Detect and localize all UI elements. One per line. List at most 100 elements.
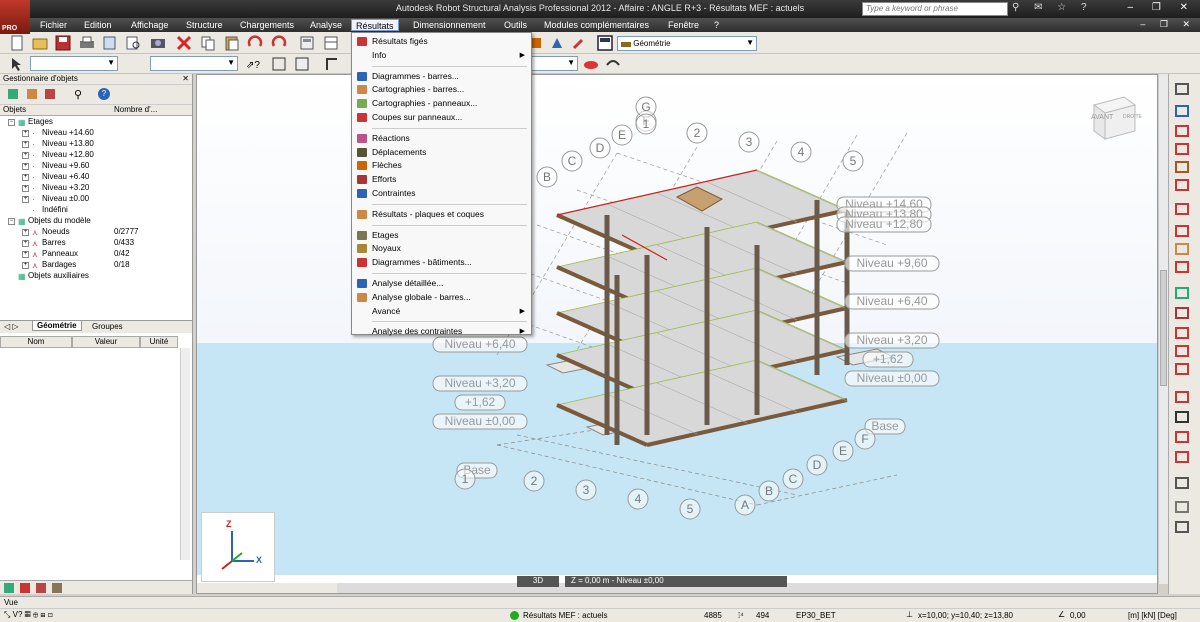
column-unite[interactable]: Unité <box>140 336 178 348</box>
pan-icon[interactable] <box>323 55 341 73</box>
print-icon[interactable] <box>78 34 96 52</box>
case-combo[interactable]: ▼ <box>150 56 238 71</box>
level-label-right[interactable]: Niveau +6,40 <box>844 293 940 310</box>
properties-scrollbar[interactable] <box>180 348 190 560</box>
tree-item[interactable]: − ▦ Objets du modèle <box>0 216 190 227</box>
load-icon[interactable] <box>1174 242 1190 256</box>
expand-toggle[interactable]: + <box>22 141 29 148</box>
tab-geometrie[interactable]: Géométrie <box>32 321 82 331</box>
status-units[interactable]: [m] [kN] [Deg] <box>1128 611 1177 620</box>
tree-item[interactable]: + · Niveau +12.80 <box>0 150 190 161</box>
stairs-icon[interactable] <box>1174 520 1190 534</box>
expand-toggle[interactable]: + <box>22 262 29 269</box>
grid-bubble-top-number[interactable]: 1 <box>635 113 657 135</box>
expand-toggle[interactable]: + <box>22 196 29 203</box>
tree-item[interactable]: + · Niveau +13.80 <box>0 139 190 150</box>
structure-model[interactable]: Niveau +14,60Niveau +13,80Niveau +12,80N… <box>197 75 1158 575</box>
view-cube[interactable]: AVANT DROITE <box>1089 93 1142 143</box>
column-valeur[interactable]: Valeur <box>72 336 140 348</box>
view-tools[interactable] <box>197 583 337 593</box>
grid-bubble-top-letter[interactable]: D <box>589 137 611 159</box>
expand-toggle[interactable]: + <box>22 152 29 159</box>
tree-item[interactable]: + ⋏ Noeuds 0/2777 <box>0 227 190 238</box>
scrollbar-thumb[interactable] <box>1160 270 1167 386</box>
filter-icon[interactable] <box>27 89 37 99</box>
menu-item[interactable]: Diagrammes - barres... <box>352 70 531 83</box>
menu-item[interactable]: Etages <box>352 229 531 242</box>
menu-help[interactable]: ? <box>710 19 723 31</box>
grid-icon[interactable] <box>1174 430 1190 444</box>
cloud-icon[interactable] <box>582 55 600 73</box>
app-logo[interactable]: PRO <box>0 0 30 34</box>
grid-bubble-top-letter[interactable]: C <box>561 150 583 172</box>
menu-item[interactable]: Analyse détaillée... <box>352 277 531 290</box>
grid-bubble-bottom-number[interactable]: 4 <box>627 488 649 510</box>
mesh-icon[interactable] <box>1174 362 1190 376</box>
menu-item[interactable]: Contraintes <box>352 187 531 200</box>
expand-toggle[interactable]: + <box>22 229 29 236</box>
menu-item[interactable]: Résultats figés <box>352 35 531 48</box>
grid-bubble-bottom-number[interactable]: 1 <box>454 468 476 490</box>
menu-item[interactable]: Efforts <box>352 173 531 186</box>
menu-chargements[interactable]: Chargements <box>236 19 298 31</box>
grid-bubble-top-number[interactable]: 5 <box>842 150 864 172</box>
close-icon[interactable]: ✕ <box>182 74 189 83</box>
section-icon[interactable] <box>1174 306 1190 320</box>
grid-bubble-bottom-letter[interactable]: A <box>734 494 756 516</box>
menu-item[interactable]: Cartographies - panneaux... <box>352 97 531 110</box>
menu-item[interactable]: Coupes sur panneaux... <box>352 111 531 124</box>
loads-tab-icon[interactable] <box>20 583 30 593</box>
grid-bubble-bottom-letter[interactable]: E <box>832 440 854 462</box>
beam-icon[interactable] <box>1174 224 1190 238</box>
level-label-left[interactable]: Niveau +6,40 <box>432 336 528 353</box>
grid-bubble-bottom-letter[interactable]: F <box>854 428 876 450</box>
viewport-scrollbar[interactable] <box>1158 74 1168 584</box>
expand-toggle[interactable]: + <box>22 185 29 192</box>
menu-outils[interactable]: Outils <box>500 19 531 31</box>
layout-icon[interactable] <box>596 34 614 52</box>
slab-icon[interactable] <box>1174 344 1190 358</box>
cable-icon[interactable] <box>1174 260 1190 274</box>
plate-icon[interactable] <box>1174 500 1190 514</box>
frame-icon[interactable] <box>1174 410 1190 424</box>
view-icon[interactable] <box>270 55 288 73</box>
expand-toggle[interactable]: − <box>8 218 15 225</box>
view-cube-front[interactable]: AVANT <box>1091 114 1113 121</box>
doc-window-controls[interactable]: – ❐ ✕ <box>1140 19 1196 30</box>
expand-toggle[interactable]: − <box>8 119 15 126</box>
level-label-right[interactable]: Niveau ±0,00 <box>844 370 940 387</box>
query-icon[interactable]: ⇗? <box>244 55 262 73</box>
tree-item[interactable]: + · Niveau +3.20 <box>0 183 190 194</box>
grid-bubble-bottom-letter[interactable]: D <box>806 454 828 476</box>
window-controls[interactable]: – ❐ ✕ <box>1128 2 1196 13</box>
menu-item[interactable]: Analyse des contraintes ▶ <box>352 325 531 338</box>
menu-fichier[interactable]: Fichier <box>36 19 71 31</box>
line-icon[interactable] <box>1174 202 1190 216</box>
expand-toggle[interactable]: + <box>22 163 29 170</box>
menu-item[interactable]: Cartographies - barres... <box>352 83 531 96</box>
undo-icon[interactable] <box>246 34 264 52</box>
tag-icon[interactable] <box>1174 390 1190 404</box>
grid-bubble-top-number[interactable]: 3 <box>738 131 760 153</box>
grid-bubble-bottom-letter[interactable]: C <box>782 468 804 490</box>
support-icon[interactable] <box>1174 124 1190 138</box>
calculator-icon[interactable] <box>298 34 316 52</box>
preview-icon[interactable] <box>124 34 142 52</box>
menu-resultats[interactable]: Résultats <box>351 19 399 31</box>
grid-bubble-bottom-letter[interactable]: B <box>758 480 780 502</box>
clear-filter-icon[interactable] <box>45 89 55 99</box>
copy-icon[interactable] <box>199 34 217 52</box>
view-cube-right[interactable]: DROITE <box>1123 114 1142 120</box>
level-label-left[interactable]: +1,62 <box>454 394 506 411</box>
expand-toggle[interactable]: + <box>22 130 29 137</box>
mode-3d-button[interactable]: 3D <box>517 576 559 587</box>
tree-item[interactable]: + · Niveau +14.60 <box>0 128 190 139</box>
level-label-right[interactable]: Niveau +3,20 <box>844 332 940 349</box>
layers-tab-icon[interactable] <box>52 583 62 593</box>
layout-combo[interactable]: Géométrie ▼ <box>617 36 757 51</box>
menu-item[interactable]: Analyse globale - barres... <box>352 291 531 304</box>
tree-item[interactable]: − ▦ Etages <box>0 117 190 128</box>
level-label-right[interactable]: Niveau +12,80 <box>836 216 932 233</box>
building-icon[interactable] <box>1174 450 1190 464</box>
grid-bubble-top-letter[interactable]: B <box>536 166 558 188</box>
